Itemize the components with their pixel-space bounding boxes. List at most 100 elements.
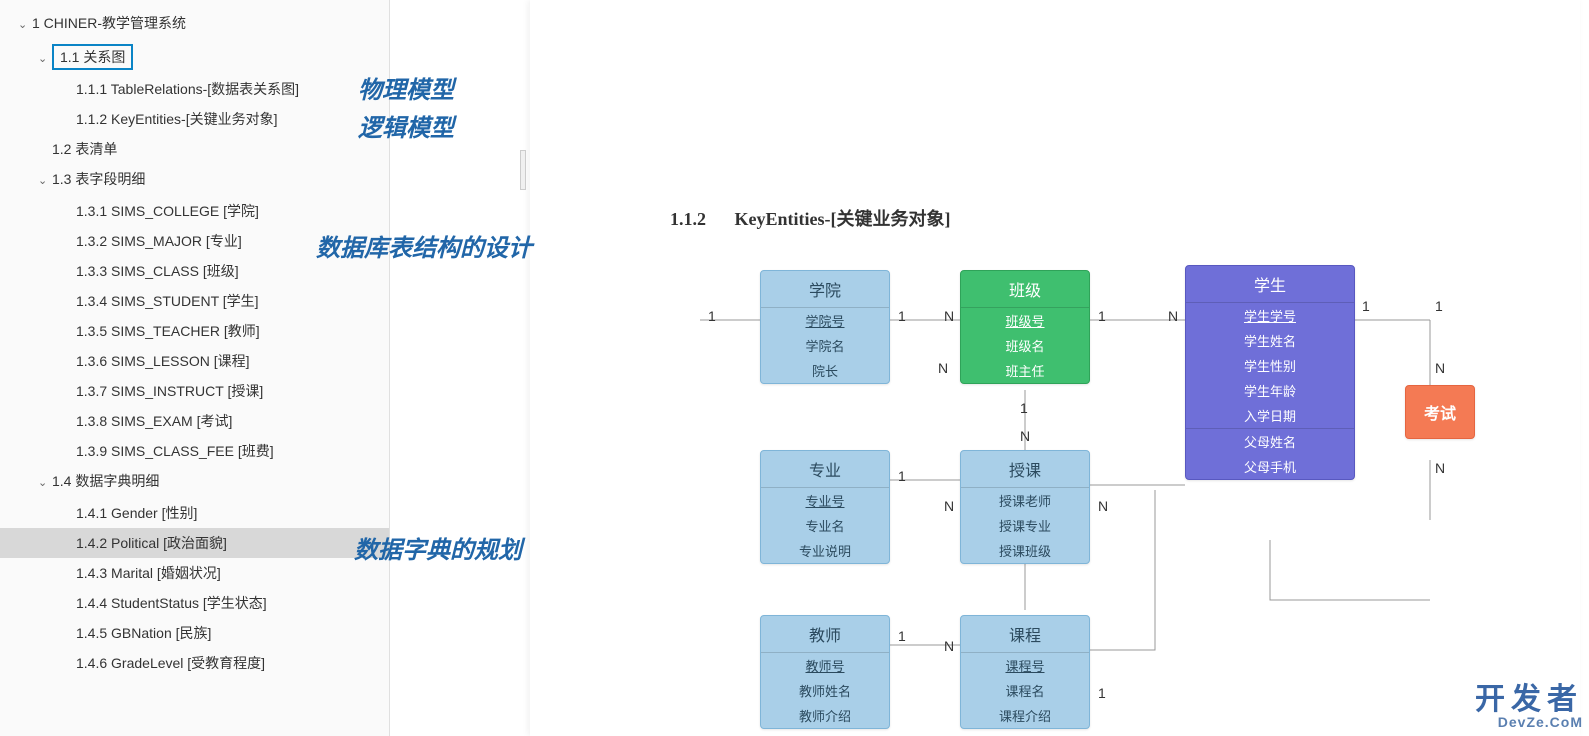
tree-leaf-111[interactable]: 1.1.1 TableRelations-[数据表关系图] — [0, 74, 389, 104]
entity-field: 学生性别 — [1186, 353, 1354, 378]
tree-leaf-141[interactable]: 1.4.1 Gender [性别] — [0, 498, 389, 528]
tree-node-1-2[interactable]: 1.2 表清单 — [0, 134, 389, 164]
entity-instruct[interactable]: 授课 授课老师 授课专业 授课班级 — [960, 450, 1090, 564]
tree-leaf-label: 1.3.2 SIMS_MAJOR [专业] — [76, 233, 242, 249]
entity-field: 课程号 — [961, 653, 1089, 678]
entity-field: 授课班级 — [961, 538, 1089, 563]
entity-lesson[interactable]: 课程 课程号 课程名 课程介绍 — [960, 615, 1090, 729]
entity-field: 教师号 — [761, 653, 889, 678]
tree-leaf-145[interactable]: 1.4.5 GBNation [民族] — [0, 618, 389, 648]
entity-field: 专业说明 — [761, 538, 889, 563]
entity-title: 学院 — [761, 271, 889, 308]
entity-field: 班主任 — [961, 358, 1089, 383]
entity-title: 授课 — [961, 451, 1089, 488]
entity-field: 学院名 — [761, 333, 889, 358]
entity-field: 教师介绍 — [761, 703, 889, 728]
section-title-en: KeyEntities- — [735, 209, 831, 229]
tree-leaf-label: 1.4.1 Gender [性别] — [76, 505, 197, 521]
cardinality-label: N — [1435, 360, 1445, 376]
entity-class[interactable]: 班级 班级号 班级名 班主任 — [960, 270, 1090, 384]
tree-leaf-134[interactable]: 1.3.4 SIMS_STUDENT [学生] — [0, 286, 389, 316]
cardinality-label: N — [944, 308, 954, 324]
entity-field: 授课老师 — [961, 488, 1089, 513]
annotation-table-design: 数据库表结构的设计 — [316, 228, 532, 263]
tree-leaf-label: 1.4.6 GradeLevel [受教育程度] — [76, 655, 265, 671]
entity-title: 班级 — [961, 271, 1089, 308]
entity-field: 院长 — [761, 358, 889, 383]
entity-exam[interactable]: 考试 — [1405, 385, 1475, 439]
cardinality-label: 1 — [1020, 400, 1028, 416]
cardinality-label: 1 — [898, 468, 906, 484]
tree-leaf-144[interactable]: 1.4.4 StudentStatus [学生状态] — [0, 588, 389, 618]
entity-title: 课程 — [961, 616, 1089, 653]
entity-field: 授课专业 — [961, 513, 1089, 538]
nav-tree-sidebar: ⌄1 CHINER-教学管理系统 ⌄1.1 关系图 1.1.1 TableRel… — [0, 0, 390, 736]
entity-field: 学生学号 — [1186, 303, 1354, 328]
watermark-text: 开发者 — [1475, 684, 1583, 716]
cardinality-label: 1 — [1098, 308, 1106, 324]
tree-leaf-131[interactable]: 1.3.1 SIMS_COLLEGE [学院] — [0, 196, 389, 226]
tree-leaf-label: 1.3.8 SIMS_EXAM [考试] — [76, 413, 232, 429]
entity-field: 学院号 — [761, 308, 889, 333]
tree-node-1-3[interactable]: ⌄1.3 表字段明细 — [0, 164, 389, 196]
cardinality-label: 1 — [1098, 685, 1106, 701]
entity-field: 父母姓名 — [1186, 428, 1354, 454]
tree-root-label: 1 CHINER-教学管理系统 — [32, 15, 186, 31]
tree-leaf-label: 1.4.4 StudentStatus [学生状态] — [76, 595, 267, 611]
annotation-physical-model: 物理模型 — [358, 70, 454, 105]
tree-leaf-146[interactable]: 1.4.6 GradeLevel [受教育程度] — [0, 648, 389, 678]
watermark: 开发者 DevZe.CoM — [1475, 684, 1583, 730]
tree-leaf-label: 1.3.5 SIMS_TEACHER [教师] — [76, 323, 260, 339]
tree-leaf-139[interactable]: 1.3.9 SIMS_CLASS_FEE [班费] — [0, 436, 389, 466]
section-heading: 1.1.2 KeyEntities-[关键业务对象] — [670, 205, 951, 231]
tree-leaf-142[interactable]: 1.4.2 Political [政治面貌] — [0, 528, 389, 558]
tree-leaf-135[interactable]: 1.3.5 SIMS_TEACHER [教师] — [0, 316, 389, 346]
entity-student[interactable]: 学生 学生学号 学生姓名 学生性别 学生年龄 入学日期 父母姓名 父母手机 — [1185, 265, 1355, 480]
tree-leaf-label: 1.4.5 GBNation [民族] — [76, 625, 211, 641]
section-number: 1.1.2 — [670, 209, 706, 229]
chevron-down-icon: ⌄ — [18, 14, 30, 36]
entity-field: 课程名 — [961, 678, 1089, 703]
cardinality-label: N — [1020, 428, 1030, 444]
entity-teacher[interactable]: 教师 教师号 教师姓名 教师介绍 — [760, 615, 890, 729]
tree-node-1-4[interactable]: ⌄1.4 数据字典明细 — [0, 466, 389, 498]
tree-node-1-1-label: 1.1 关系图 — [52, 44, 133, 70]
tree-leaf-label: 1.3.6 SIMS_LESSON [课程] — [76, 353, 250, 369]
watermark-url: DevZe.CoM — [1475, 715, 1583, 730]
tree-leaf-112[interactable]: 1.1.2 KeyEntities-[关键业务对象] — [0, 104, 389, 134]
tree-root[interactable]: ⌄1 CHINER-教学管理系统 — [0, 8, 389, 40]
cardinality-label: N — [944, 638, 954, 654]
tree-leaf-143[interactable]: 1.4.3 Marital [婚姻状况] — [0, 558, 389, 588]
tree-node-1-1[interactable]: ⌄1.1 关系图 — [0, 40, 389, 74]
cardinality-label: N — [944, 498, 954, 514]
cardinality-label: N — [1098, 498, 1108, 514]
tree-leaf-label: 1.3.3 SIMS_CLASS [班级] — [76, 263, 239, 279]
chevron-down-icon: ⌄ — [38, 170, 50, 192]
tree-leaf-137[interactable]: 1.3.7 SIMS_INSTRUCT [授课] — [0, 376, 389, 406]
tree-leaf-label: 1.3.4 SIMS_STUDENT [学生] — [76, 293, 259, 309]
entity-field: 入学日期 — [1186, 403, 1354, 428]
annotation-logical-model: 逻辑模型 — [358, 108, 454, 143]
entity-field: 父母手机 — [1186, 454, 1354, 479]
section-title-cn: [关键业务对象] — [831, 209, 951, 229]
chevron-down-icon: ⌄ — [38, 48, 50, 70]
cardinality-label: N — [1168, 308, 1178, 324]
page-edge-indicator — [520, 150, 526, 190]
cardinality-label: 1 — [898, 308, 906, 324]
entity-major[interactable]: 专业 专业号 专业名 专业说明 — [760, 450, 890, 564]
tree-leaf-label: 1.3.7 SIMS_INSTRUCT [授课] — [76, 383, 263, 399]
tree-node-label: 1.2 表清单 — [52, 141, 117, 157]
tree-leaf-136[interactable]: 1.3.6 SIMS_LESSON [课程] — [0, 346, 389, 376]
entity-field: 学生姓名 — [1186, 328, 1354, 353]
tree-node-label: 1.3 表字段明细 — [52, 171, 145, 187]
cardinality-label: 1 — [1435, 298, 1443, 314]
entity-field: 课程介绍 — [961, 703, 1089, 728]
cardinality-label: 1 — [898, 628, 906, 644]
tree-node-label: 1.4 数据字典明细 — [52, 473, 159, 489]
entity-field: 专业号 — [761, 488, 889, 513]
tree-leaf-138[interactable]: 1.3.8 SIMS_EXAM [考试] — [0, 406, 389, 436]
annotation-dictionary-plan: 数据字典的规划 — [354, 530, 522, 565]
entity-college[interactable]: 学院 学院号 学院名 院长 — [760, 270, 890, 384]
tree-leaf-label: 1.1.2 KeyEntities-[关键业务对象] — [76, 111, 278, 127]
entity-title: 考试 — [1424, 406, 1456, 423]
